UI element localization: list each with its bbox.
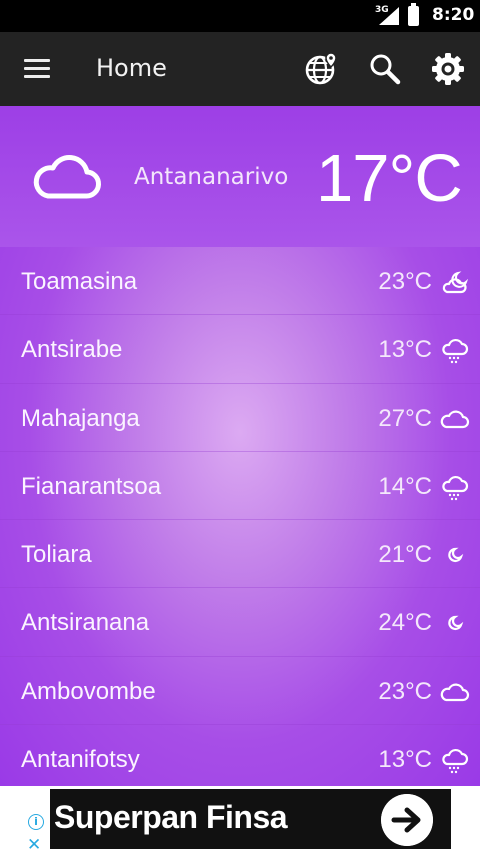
city-row-antsiranana[interactable]: Antsiranana 24°C xyxy=(0,588,480,657)
rain-cloud-icon xyxy=(442,749,469,774)
city-name: Fianarantsoa xyxy=(21,472,162,500)
globe-pin-icon[interactable] xyxy=(302,50,340,88)
page-title: Home xyxy=(96,54,167,82)
city-row-toliara[interactable]: Toliara 21°C xyxy=(0,520,480,589)
city-row-mahajanga[interactable]: Mahajanga 27°C xyxy=(0,384,480,452)
city-list: Toamasina 23°C Antsirabe 13°C Mahajanga … xyxy=(0,247,480,786)
city-temperature: 21°C xyxy=(378,541,432,569)
rain-cloud-icon xyxy=(442,475,469,501)
city-row-antanifotsy[interactable]: Antanifotsy 13°C xyxy=(0,725,480,786)
city-row-ambovombe[interactable]: Ambovombe 23°C xyxy=(0,657,480,726)
city-name: Ambovombe xyxy=(21,677,156,705)
battery-icon xyxy=(408,3,419,26)
status-bar: 3G 8:20 xyxy=(0,0,480,32)
ad-title: Superpan Finsa xyxy=(54,799,288,835)
city-name: Mahajanga xyxy=(21,404,140,432)
app-toolbar: Home xyxy=(0,32,480,106)
moon-icon xyxy=(448,547,464,563)
ad-banner[interactable]: Superpan Finsa xyxy=(50,789,451,849)
city-temperature: 14°C xyxy=(378,472,432,500)
menu-icon[interactable] xyxy=(24,59,50,79)
city-name: Antanifotsy xyxy=(21,746,140,774)
gear-icon[interactable] xyxy=(429,50,467,88)
city-row-antsirabe[interactable]: Antsirabe 13°C xyxy=(0,315,480,384)
ad-bar: i ✕ Superpan Finsa xyxy=(0,786,480,853)
city-name: Toamasina xyxy=(21,268,138,295)
city-row-fianarantsoa[interactable]: Fianarantsoa 14°C xyxy=(0,452,480,521)
close-icon[interactable]: ✕ xyxy=(27,835,41,853)
cloud-icon xyxy=(440,410,470,428)
signal-icon xyxy=(379,7,399,25)
cloud-icon xyxy=(440,683,470,701)
moon-icon xyxy=(448,616,464,631)
city-name: Toliara xyxy=(21,541,92,569)
current-weather-card[interactable]: Antananarivo 17°C xyxy=(0,106,480,247)
current-city-name: Antananarivo xyxy=(134,164,289,190)
city-name: Antsirabe xyxy=(21,336,123,364)
cloud-night-icon xyxy=(442,271,469,294)
city-temperature: 13°C xyxy=(378,746,432,774)
city-temperature: 27°C xyxy=(378,404,432,432)
rain-cloud-icon xyxy=(442,339,469,364)
city-temperature: 13°C xyxy=(378,336,432,364)
city-name: Antsiranana xyxy=(21,609,150,637)
info-icon[interactable]: i xyxy=(28,814,44,830)
cloud-icon xyxy=(33,155,101,199)
status-clock: 8:20 xyxy=(432,5,475,25)
search-icon[interactable] xyxy=(366,50,404,88)
current-temperature: 17°C xyxy=(316,141,463,216)
arrow-right-icon[interactable] xyxy=(381,794,433,846)
city-temperature: 23°C xyxy=(378,268,432,295)
city-temperature: 24°C xyxy=(378,609,432,637)
city-row-toamasina[interactable]: Toamasina 23°C xyxy=(0,247,480,316)
city-temperature: 23°C xyxy=(378,677,432,705)
weather-content: Antananarivo 17°C Toamasina 23°C Antsira… xyxy=(0,106,480,786)
